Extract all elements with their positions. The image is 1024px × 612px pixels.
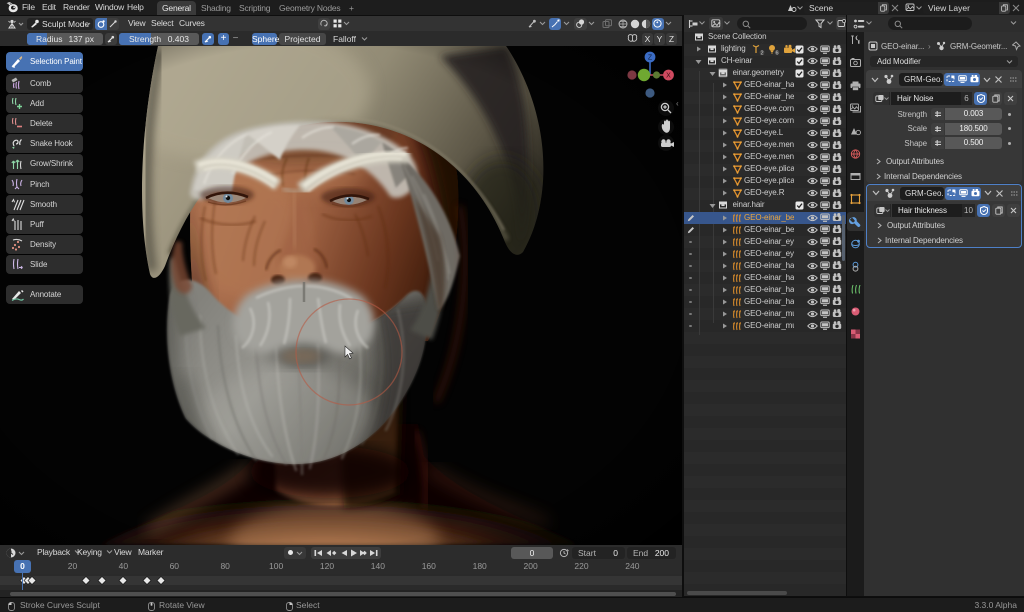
svg-text:X: X (666, 73, 671, 80)
svg-text:‹: ‹ (676, 99, 679, 108)
svg-text:Z: Z (648, 55, 653, 62)
